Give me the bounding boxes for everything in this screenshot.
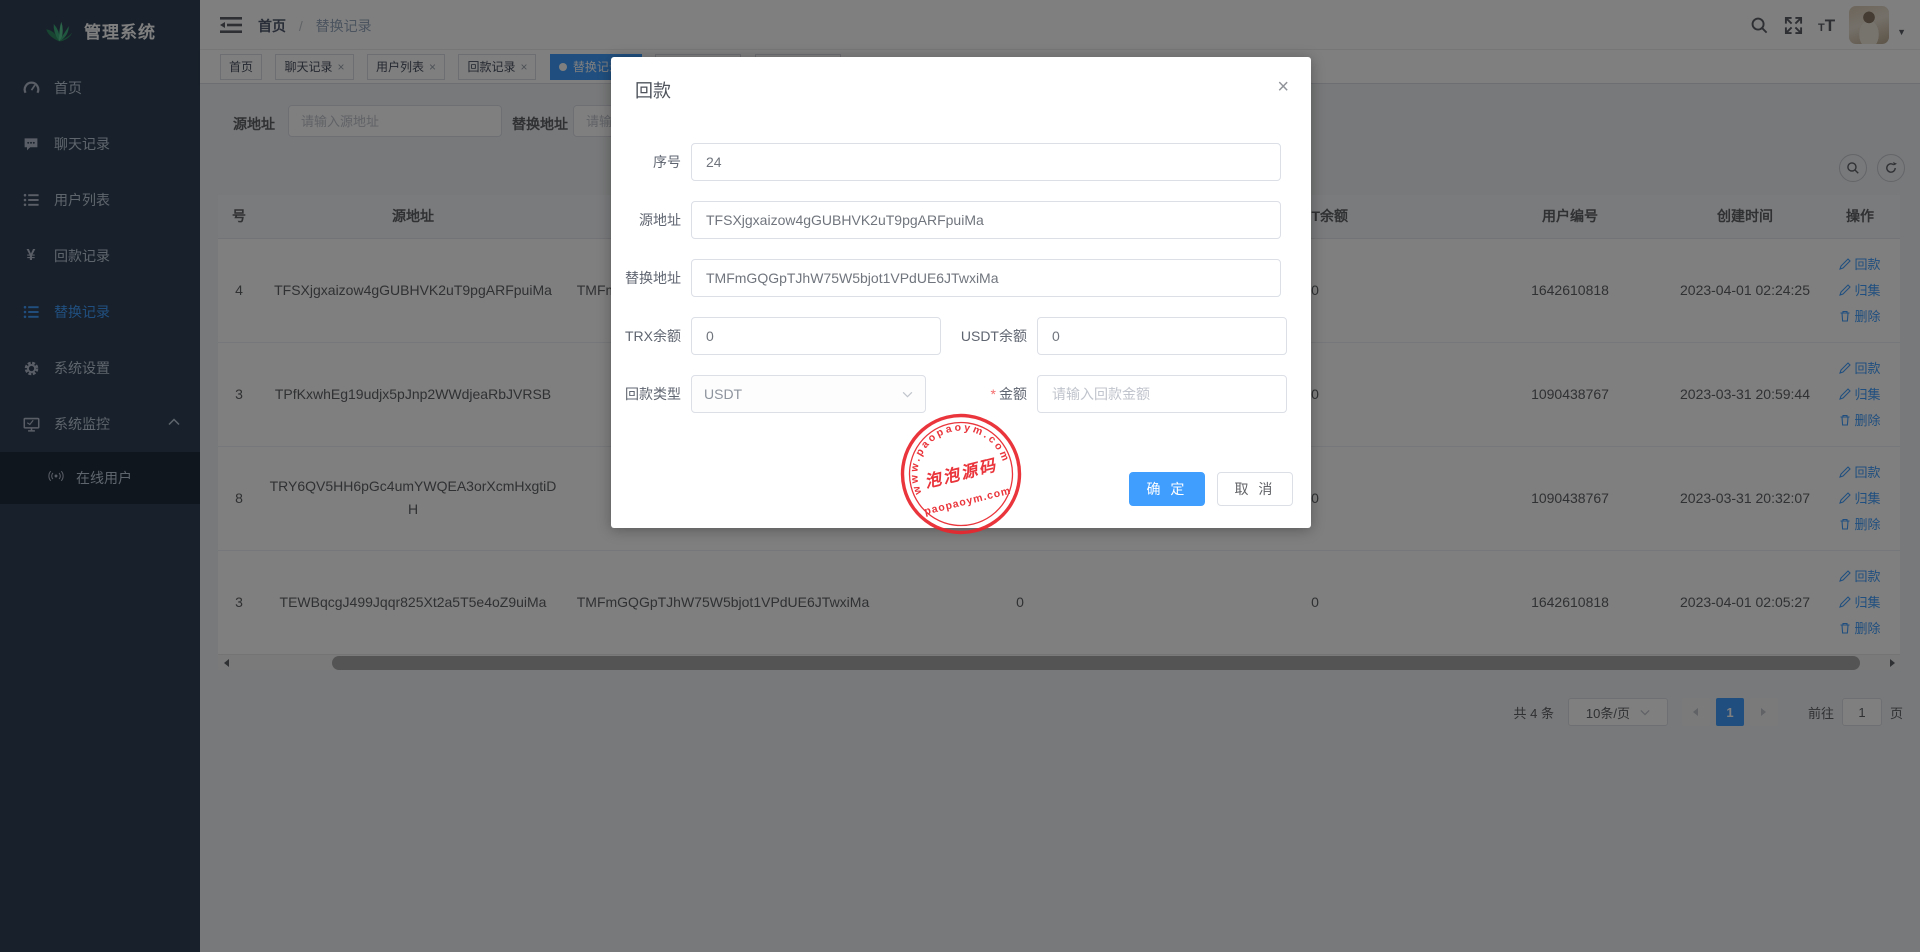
payment-dialog: 回款 × 序号 源地址 替换地址 TRX余额 USDT余额 回款类型 USDT bbox=[611, 57, 1311, 528]
form-row-type-amount: 回款类型 USDT *金额 bbox=[611, 375, 1311, 413]
seq-input[interactable] bbox=[691, 143, 1281, 181]
replace-input[interactable] bbox=[691, 259, 1281, 297]
close-icon[interactable]: × bbox=[1277, 77, 1289, 97]
form-row-replace: 替换地址 bbox=[611, 259, 1311, 297]
amount-input[interactable] bbox=[1037, 375, 1287, 413]
form-row-balances: TRX余额 USDT余额 bbox=[611, 317, 1311, 355]
form-row-source: 源地址 bbox=[611, 201, 1311, 239]
trx-balance-input[interactable] bbox=[691, 317, 941, 355]
stamp-bottom-text: paopaoym.com bbox=[923, 485, 1012, 518]
dialog-body: 序号 源地址 替换地址 TRX余额 USDT余额 回款类型 USDT *金额 bbox=[611, 143, 1311, 433]
stamp-center-text: 泡泡源码 bbox=[923, 455, 999, 491]
usdt-balance-input[interactable] bbox=[1037, 317, 1287, 355]
form-row-seq: 序号 bbox=[611, 143, 1311, 181]
source-input[interactable] bbox=[691, 201, 1281, 239]
source-label: 源地址 bbox=[611, 210, 691, 230]
required-mark: * bbox=[991, 386, 996, 402]
amount-label: *金额 bbox=[926, 384, 1037, 404]
payment-type-label: 回款类型 bbox=[611, 384, 691, 404]
trx-balance-label: TRX余额 bbox=[611, 326, 691, 346]
dialog-title: 回款 bbox=[635, 81, 671, 101]
usdt-balance-label: USDT余额 bbox=[941, 326, 1037, 346]
payment-type-value: USDT bbox=[704, 386, 742, 402]
amount-label-text: 金额 bbox=[999, 386, 1027, 402]
payment-type-select[interactable]: USDT bbox=[691, 375, 926, 413]
chevron-down-icon bbox=[902, 391, 913, 398]
cancel-button[interactable]: 取 消 bbox=[1217, 472, 1293, 506]
replace-label: 替换地址 bbox=[611, 268, 691, 288]
dialog-header: 回款 × bbox=[611, 57, 1311, 103]
confirm-button[interactable]: 确 定 bbox=[1129, 472, 1205, 506]
seq-label: 序号 bbox=[611, 152, 691, 172]
dialog-footer: 确 定 取 消 bbox=[1129, 472, 1293, 506]
